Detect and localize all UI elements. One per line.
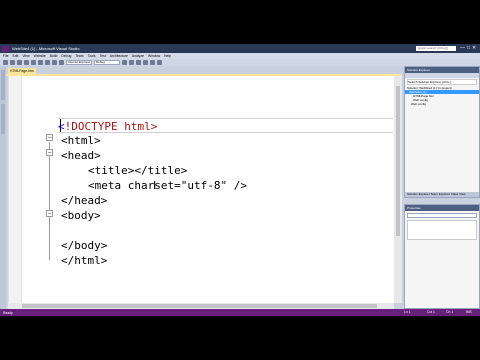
status-line: Ln 1 [404,310,411,314]
status-column: Col 1 [427,310,435,314]
code-line-10: </html> [61,254,108,267]
open-file-icon[interactable] [24,60,29,65]
status-insert-mode: INS [466,310,472,314]
menu-debug[interactable]: Debug [61,54,71,58]
fold-toggle-body[interactable]: − [46,210,53,217]
horizontal-scroll-thumb[interactable] [22,304,377,308]
browser-target-select[interactable]: Internet Explorer [66,60,92,65]
menu-window[interactable]: Window [148,54,160,58]
menu-help[interactable]: Help [164,54,171,58]
left-tool-strip [0,66,6,309]
fold-guide-html [49,142,50,260]
tree-item-webconfig-2[interactable]: Web.config [405,102,479,106]
visual-studio-icon [2,45,9,52]
toolbox-tab[interactable] [1,104,5,134]
maximize-button[interactable]: □ [467,45,470,51]
mouse-ibeam-icon: I [153,179,157,192]
title-bar: WebSite4 (1) - Microsoft Visual Studio Q… [0,44,480,53]
menu-team[interactable]: Team [75,54,83,58]
menu-file[interactable]: File [3,54,8,58]
menu-analyze[interactable]: Analyze [132,54,144,58]
solution-explorer-tabs[interactable]: Solution Explorer Team Explorer Class Vi… [405,192,479,197]
letterbox-top [0,0,480,44]
text-cursor [60,119,61,132]
editor-vertical-scrollbar[interactable] [394,76,402,303]
fold-toggle-head[interactable]: − [46,149,53,156]
status-char: Ch 1 [446,310,454,314]
quick-launch-input[interactable]: Quick Launch (Ctrl+Q) [416,46,456,51]
code-line-3: <head> [61,149,101,162]
menu-architecture[interactable]: Architecture [110,54,128,58]
solution-search-input[interactable]: Search Solution Explorer (Ctrl+;) [407,79,477,85]
status-text: Ready [3,310,13,315]
code-line-1: <!DOCTYPE html> [58,118,393,133]
code-line-6: </head> [61,194,108,207]
vertical-scroll-thumb[interactable] [396,86,400,236]
bookmark-icon[interactable] [143,60,148,65]
start-debugging-icon[interactable] [59,60,64,65]
save-icon[interactable] [31,60,36,65]
code-line-7: <body> [61,209,101,222]
solution-config-select[interactable]: Debug [94,60,120,65]
indicator-margin [9,76,22,303]
window-controls: — □ ✕ [460,45,476,51]
outdent-icon[interactable] [157,60,162,65]
visual-studio-window: WebSite4 (1) - Microsoft Visual Studio Q… [0,44,480,316]
doctype-text: !DOCTYPE html> [64,120,158,133]
redo-icon[interactable] [52,60,57,65]
indent-icon[interactable] [150,60,155,65]
forward-icon[interactable] [10,60,15,65]
properties-grid[interactable] [407,220,477,240]
menu-view[interactable]: View [22,54,29,58]
menu-edit[interactable]: Edit [12,54,18,58]
solution-explorer-toolbar [405,73,479,78]
properties-title: Properties [405,205,479,211]
uncomment-icon[interactable] [136,60,141,65]
menu-website[interactable]: Website [34,54,46,58]
code-editor[interactable]: − − − <!DOCTYPE html> <html> <head> <tit… [8,76,402,303]
code-line-2: <html> [61,134,101,147]
comment-icon[interactable] [129,60,134,65]
code-line-4: <title></title> [88,164,188,177]
code-line-5: <meta charset="utf-8" /> [88,179,247,192]
menu-build[interactable]: Build [50,54,58,58]
server-explorer-tab[interactable] [1,70,5,100]
minimize-button[interactable]: — [460,45,465,51]
code-line-9: </body> [61,239,108,252]
find-icon[interactable] [122,60,127,65]
standard-toolbar: Internet Explorer Debug [0,59,480,66]
close-button[interactable]: ✕ [472,45,476,51]
undo-icon[interactable] [45,60,50,65]
properties-object-select[interactable] [407,213,477,218]
menu-tools[interactable]: Tools [88,54,96,58]
new-project-icon[interactable] [17,60,22,65]
properties-panel: Properties [404,204,480,309]
letterbox-bottom [0,316,480,360]
solution-explorer-panel: Solution Explorer Search Solution Explor… [404,66,480,198]
fold-toggle-html[interactable]: − [46,134,53,141]
back-icon[interactable] [3,60,8,65]
status-bar: Ready Ln 1 Col 1 Ch 1 INS [0,309,480,316]
window-title: WebSite4 (1) - Microsoft Visual Studio [12,46,80,51]
menu-test[interactable]: Test [100,54,106,58]
save-all-icon[interactable] [38,60,43,65]
